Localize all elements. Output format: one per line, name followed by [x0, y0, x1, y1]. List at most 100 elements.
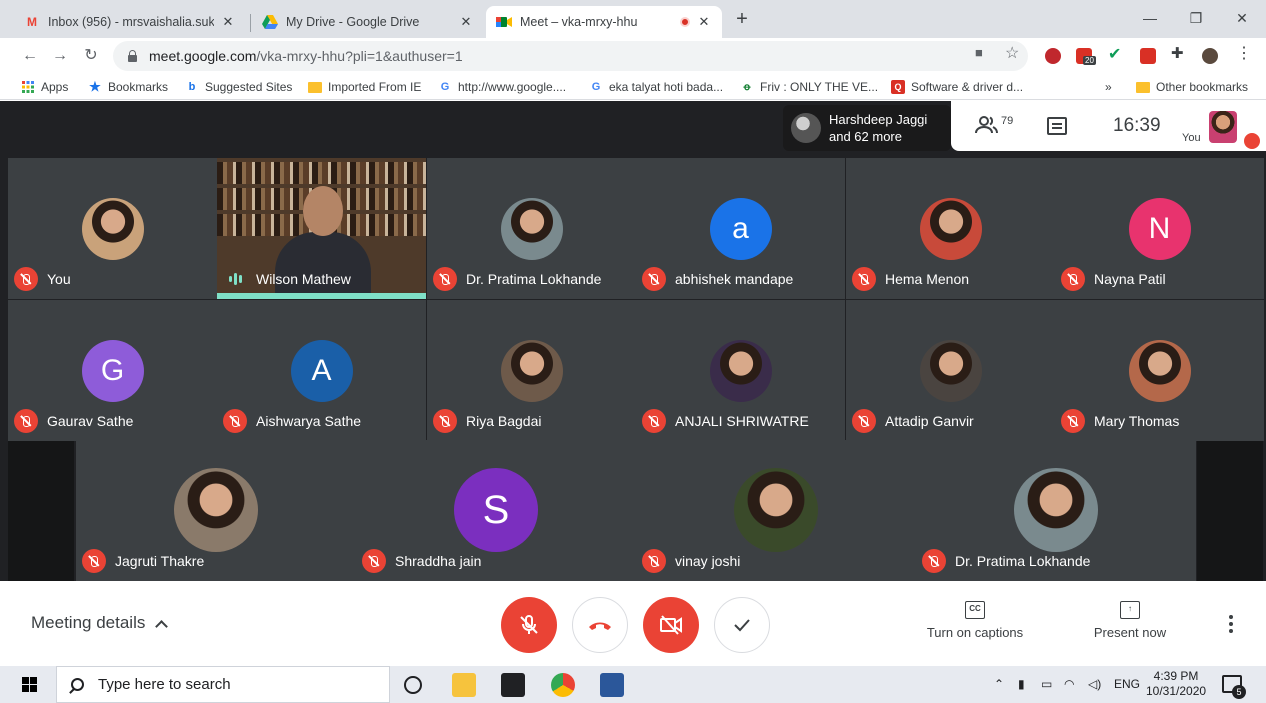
bookshelf: [217, 162, 426, 184]
bookmark-bookmarks[interactable]: ★ Bookmarks: [88, 78, 168, 96]
bookmark-imported-from-ie[interactable]: Imported From IE: [308, 78, 421, 96]
self-view-label: You: [1182, 132, 1201, 144]
reload-button[interactable]: ↻: [81, 46, 101, 66]
participant-tile-riya-bagdai[interactable]: Riya Bagdai: [427, 300, 636, 441]
back-button[interactable]: ←: [20, 46, 40, 66]
bookmark-suggested-sites[interactable]: b Suggested Sites: [185, 78, 293, 96]
cortana-icon[interactable]: [404, 676, 422, 694]
participant-avatar: [919, 340, 982, 402]
participant-tile-jagruti-thakre[interactable]: Jagruti Thakre: [76, 440, 356, 581]
new-tab-button[interactable]: +: [730, 8, 754, 32]
active-speaker-bar: [217, 293, 426, 299]
tab-google-meet[interactable]: Meet – vka-mrxy-hhu ✕: [486, 6, 722, 38]
chrome-menu-icon[interactable]: ⋮: [1236, 43, 1252, 63]
participant-tile-gaurav-sathe[interactable]: G Gaurav Sathe: [8, 300, 217, 441]
language-indicator[interactable]: ENG: [1114, 677, 1140, 691]
close-window-button[interactable]: ✕: [1219, 6, 1265, 30]
present-now-button[interactable]: ↑ Present now: [1085, 601, 1175, 640]
word-icon[interactable]: [600, 673, 624, 697]
forward-button[interactable]: →: [50, 46, 70, 66]
participant-name: You: [47, 271, 71, 287]
bookmark-star-icon[interactable]: ☆: [1005, 43, 1019, 63]
microphone-tray-icon[interactable]: ▮: [1018, 677, 1025, 691]
show-hidden-icons-icon[interactable]: ⌃: [994, 677, 1004, 691]
search-icon: [71, 678, 84, 691]
bookmark-apps[interactable]: Apps: [21, 78, 68, 96]
participant-tile-mary-thomas[interactable]: Mary Thomas: [1055, 300, 1264, 441]
more-options-icon[interactable]: [1229, 615, 1233, 633]
address-bar[interactable]: meet.google.com/vka-mrxy-hhu?pli=1&authu…: [113, 41, 1028, 71]
participant-name-row: You: [14, 266, 71, 292]
presenter-indicator[interactable]: Harshdeep Jaggi and 62 more: [783, 105, 951, 151]
battery-icon[interactable]: ▭: [1041, 677, 1052, 691]
leave-call-button[interactable]: [572, 597, 628, 653]
participant-avatar: [1014, 468, 1098, 552]
tab-gmail[interactable]: M Inbox (956) - mrsvaishalia.sukhde ✕: [14, 6, 246, 38]
volume-icon[interactable]: ◁): [1088, 677, 1101, 691]
bookmark-label: Suggested Sites: [205, 80, 293, 94]
close-icon[interactable]: ✕: [220, 14, 236, 30]
mic-off-icon: [14, 409, 38, 433]
tab-label: My Drive - Google Drive: [286, 15, 420, 29]
bookmark-software-driver[interactable]: Q Software & driver d...: [891, 78, 1023, 96]
bookmark-eka-talyat[interactable]: G eka talyat hoti bada...: [589, 78, 723, 96]
turn-on-captions-button[interactable]: CC Turn on captions: [920, 601, 1030, 640]
participant-name-row: Nayna Patil: [1061, 266, 1166, 292]
participant-tile-anjali-shriwatre[interactable]: ANJALI SHRIWATRE: [636, 300, 845, 441]
ublock-extension-icon[interactable]: [1045, 48, 1061, 64]
taskbar-clock[interactable]: 4:39 PM 10/31/2020: [1146, 669, 1206, 699]
bookmark-other-bookmarks[interactable]: Other bookmarks: [1136, 78, 1248, 96]
participant-name-row: Attadip Ganvir: [852, 408, 974, 434]
minimize-button[interactable]: —: [1127, 6, 1173, 30]
tab-google-drive[interactable]: My Drive - Google Drive ✕: [252, 6, 484, 38]
close-icon[interactable]: ✕: [696, 14, 712, 30]
bookmark-friv[interactable]: ꝋ Friv : ONLY THE VE...: [740, 78, 878, 96]
participant-name: abhishek mandape: [675, 271, 794, 287]
chat-icon[interactable]: [1047, 117, 1067, 135]
wifi-icon[interactable]: ◠: [1064, 677, 1074, 691]
bookmark-google-link[interactable]: G http://www.google....: [438, 78, 566, 96]
meeting-details-button[interactable]: Meeting details: [31, 613, 169, 633]
microphone-toggle-button[interactable]: [501, 597, 557, 653]
microsoft-store-icon[interactable]: [501, 673, 525, 697]
self-view-thumbnail[interactable]: [1209, 111, 1237, 143]
software-icon: Q: [891, 80, 905, 94]
present-label: Present now: [1093, 625, 1167, 640]
participant-tile-hema-menon[interactable]: Hema Menon: [846, 158, 1055, 299]
checkmark-extension-icon[interactable]: ✔: [1108, 44, 1121, 64]
bookmark-extension-icon[interactable]: [1140, 48, 1156, 64]
windows-start-icon[interactable]: [22, 677, 38, 693]
profile-avatar-icon[interactable]: [1202, 48, 1218, 64]
participant-tile-abhishek-mandape[interactable]: a abhishek mandape: [636, 158, 845, 299]
participant-tile-shraddha-jain[interactable]: S Shraddha jain: [356, 440, 636, 581]
participant-avatar: [919, 198, 982, 260]
participant-tile-dr-pratima-lokhande[interactable]: Dr. Pratima Lokhande: [916, 440, 1196, 581]
extensions-puzzle-icon[interactable]: ✚: [1171, 44, 1184, 62]
participant-avatar: [500, 198, 563, 260]
participant-tile-you[interactable]: You: [8, 158, 217, 299]
participant-name: Nayna Patil: [1094, 271, 1166, 287]
participant-tile-attadip-ganvir[interactable]: Attadip Ganvir: [846, 300, 1055, 441]
participant-tile-aishwarya-sathe[interactable]: A Aishwarya Sathe: [217, 300, 426, 441]
close-icon[interactable]: ✕: [458, 14, 474, 30]
people-icon[interactable]: [975, 115, 999, 135]
chrome-icon[interactable]: [551, 673, 575, 697]
restore-button[interactable]: ❐: [1173, 6, 1219, 30]
mic-off-icon: [852, 409, 876, 433]
google-g-icon: G: [440, 81, 450, 93]
camera-toggle-button[interactable]: [643, 597, 699, 653]
participant-tile-wilson-mathew[interactable]: Wilson Mathew: [217, 158, 426, 299]
url-text: meet.google.com/vka-mrxy-hhu?pli=1&authu…: [149, 48, 463, 64]
camera-in-use-icon[interactable]: ■: [975, 45, 983, 60]
participant-tile-dr-pratima-lokhande[interactable]: Dr. Pratima Lokhande: [427, 158, 636, 299]
raise-hand-button[interactable]: [714, 597, 770, 653]
participant-name: Aishwarya Sathe: [256, 413, 362, 429]
taskbar-search-input[interactable]: Type here to search: [56, 666, 390, 703]
participant-tile-vinay-joshi[interactable]: vinay joshi: [636, 440, 916, 581]
file-explorer-icon[interactable]: [452, 673, 476, 697]
bookmark-label: eka talyat hoti bada...: [609, 80, 724, 94]
participant-tile-nayna-patil[interactable]: N Nayna Patil: [1055, 158, 1264, 299]
bookmarks-overflow-button[interactable]: »: [1105, 78, 1112, 96]
participant-name-row: Mary Thomas: [1061, 408, 1179, 434]
mic-off-icon: [14, 267, 38, 291]
